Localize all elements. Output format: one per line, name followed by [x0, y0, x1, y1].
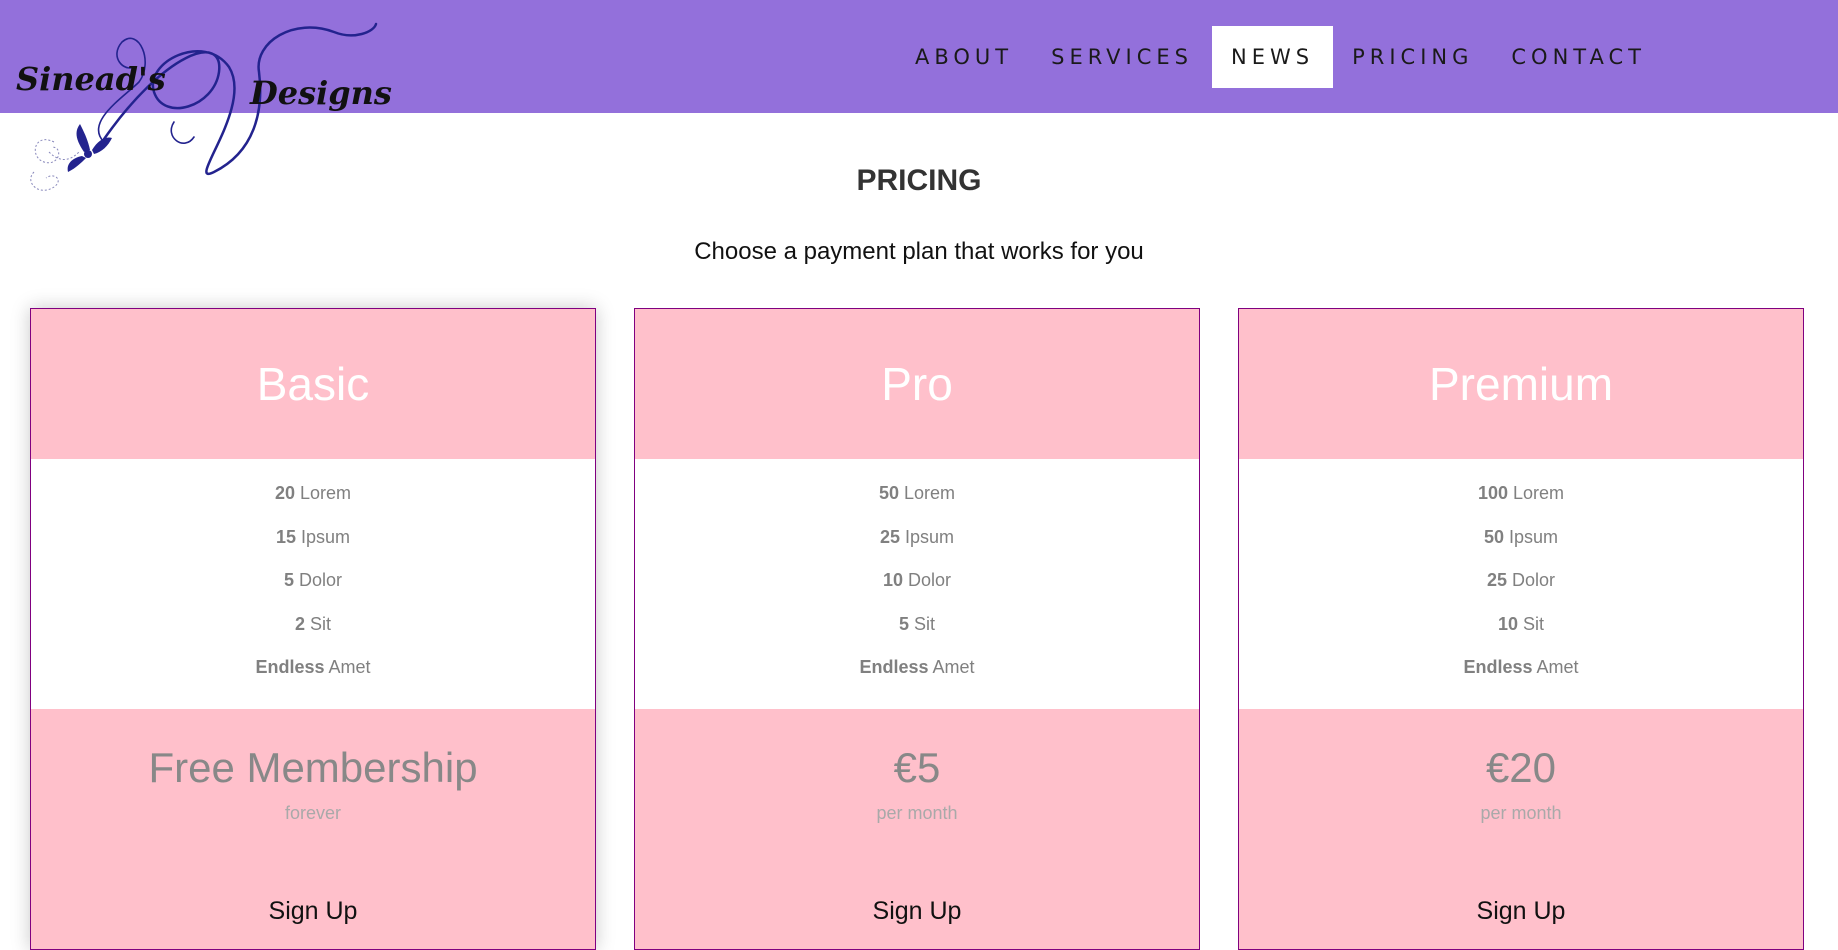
pricing-card-pro: Pro 50 Lorem 25 Ipsum 10 Dolor 5 Sit End…	[634, 308, 1200, 950]
plan-price-area: €5 per month Sign Up	[635, 709, 1199, 949]
feature-item: 50 Ipsum	[1483, 526, 1559, 547]
brand-logo[interactable]: Sinead's Designs	[14, 12, 392, 200]
main-nav: ABOUT SERVICES NEWS PRICING CONTACT	[896, 26, 1665, 88]
pricing-card-premium: Premium 100 Lorem 50 Ipsum 25 Dolor 10 S…	[1238, 308, 1804, 950]
feature-item: 2 Sit	[294, 613, 332, 634]
feature-item: 25 Dolor	[1486, 570, 1556, 590]
feature-item: 15 Ipsum	[275, 526, 351, 547]
feature-item: 50 Lorem	[878, 483, 956, 503]
pricing-subtitle: Choose a payment plan that works for you	[694, 238, 1144, 265]
plan-price: €20	[1485, 744, 1557, 791]
feature-item: 5 Sit	[898, 613, 936, 634]
feature-item: 10 Sit	[1497, 613, 1545, 634]
signup-button-pro[interactable]: Sign Up	[635, 897, 1199, 926]
feature-item: 5 Dolor	[283, 570, 343, 590]
plan-name: Premium	[1239, 309, 1803, 459]
plan-price: Free Membership	[148, 744, 478, 791]
feature-list: 50 Lorem 25 Ipsum 10 Dolor 5 Sit Endless…	[635, 459, 1199, 709]
plan-period: forever	[284, 803, 342, 823]
feature-item: Endless Amet	[859, 657, 975, 677]
signup-button-basic[interactable]: Sign Up	[31, 897, 595, 926]
feature-item: Endless Amet	[1463, 657, 1579, 677]
plan-period: per month	[1480, 803, 1562, 823]
feature-item: 25 Ipsum	[879, 526, 955, 547]
feature-item: 100 Lorem	[1477, 483, 1565, 503]
plan-period: per month	[876, 803, 958, 823]
pricing-card-basic: Basic 20 Lorem 15 Ipsum 5 Dolor 2 Sit En…	[30, 308, 596, 950]
signup-button-premium[interactable]: Sign Up	[1239, 897, 1803, 926]
nav-item-services[interactable]: SERVICES	[1032, 26, 1212, 88]
nav-item-pricing[interactable]: PRICING	[1333, 26, 1492, 88]
plan-name: Pro	[635, 309, 1199, 459]
nav-item-news[interactable]: NEWS	[1212, 26, 1334, 88]
brand-name-right: Designs	[250, 74, 392, 112]
nav-item-about[interactable]: ABOUT	[896, 26, 1032, 88]
feature-item: Endless Amet	[255, 657, 371, 677]
brand-name-left: Sinead's	[16, 60, 166, 98]
feature-list: 20 Lorem 15 Ipsum 5 Dolor 2 Sit Endless …	[31, 459, 595, 709]
feature-item: 10 Dolor	[882, 570, 952, 590]
nav-item-contact[interactable]: CONTACT	[1492, 26, 1665, 88]
plan-price-area: €20 per month Sign Up	[1239, 709, 1803, 949]
plan-price-area: Free Membership forever Sign Up	[31, 709, 595, 949]
feature-list: 100 Lorem 50 Ipsum 25 Dolor 10 Sit Endle…	[1239, 459, 1803, 709]
plan-name: Basic	[31, 309, 595, 459]
feature-item: 20 Lorem	[274, 483, 352, 503]
plan-price: €5	[893, 744, 941, 791]
